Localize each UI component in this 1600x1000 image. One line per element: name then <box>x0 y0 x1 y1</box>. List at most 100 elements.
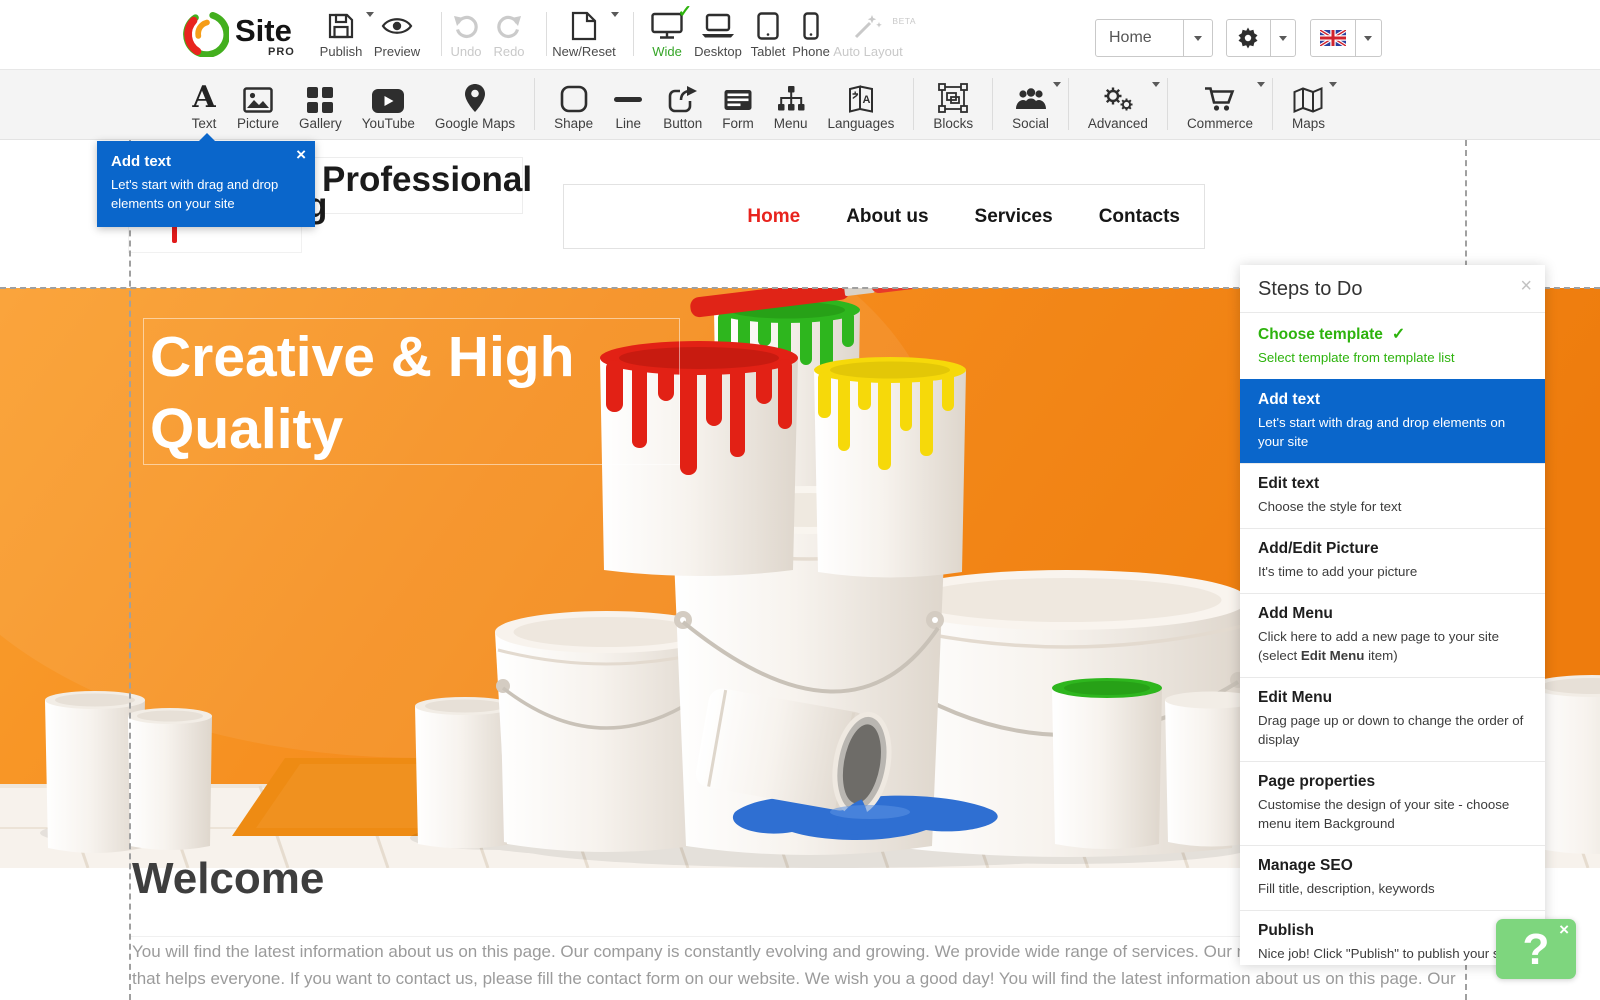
close-icon[interactable]: × <box>1520 275 1532 298</box>
redo-button[interactable]: Redo <box>490 9 528 59</box>
site-nav: Home About us Services Contacts <box>563 184 1205 249</box>
form-icon <box>722 80 754 113</box>
redo-icon <box>490 9 528 42</box>
tool-menu[interactable]: Menu <box>764 70 818 139</box>
new-reset-button[interactable]: New/Reset <box>551 9 617 59</box>
step-add-edit-picture[interactable]: Add/Edit PictureIt's time to add your pi… <box>1240 528 1545 593</box>
toolbar-separator <box>913 78 914 130</box>
preview-button[interactable]: Preview <box>372 9 422 59</box>
tooltip-title: Add text <box>111 153 301 170</box>
tool-maps[interactable]: Maps <box>1282 70 1335 139</box>
step-edit-text[interactable]: Edit textChoose the style for text <box>1240 463 1545 528</box>
hero-heading-element[interactable]: Creative & High Quality <box>143 318 680 465</box>
question-mark-icon: ? <box>1523 925 1550 975</box>
chevron-down-icon <box>1257 82 1265 87</box>
social-icon <box>1012 80 1049 113</box>
step-manage-seo[interactable]: Manage SEOFill title, description, keywo… <box>1240 845 1545 910</box>
picture-icon <box>237 80 279 113</box>
chevron-down-icon <box>1279 36 1287 41</box>
viewport-phone-button[interactable]: Phone <box>790 9 832 59</box>
monitor-icon: ✓ <box>646 9 688 42</box>
elements-toolbar: ATextPictureGalleryYouTubeGoogle Maps Sha… <box>0 70 1600 140</box>
google-maps-icon <box>435 80 515 113</box>
chevron-down-icon <box>1194 36 1202 41</box>
step-edit-menu[interactable]: Edit MenuDrag page up or down to change … <box>1240 677 1545 761</box>
tool-blocks[interactable]: Blocks <box>923 70 983 139</box>
language-caret[interactable] <box>1356 20 1381 56</box>
chevron-down-icon <box>1364 36 1372 41</box>
uk-flag-icon[interactable] <box>1311 20 1355 56</box>
tool-commerce[interactable]: Commerce <box>1177 70 1263 139</box>
new-document-icon <box>551 9 617 42</box>
step-add-menu[interactable]: Add MenuClick here to add a new page to … <box>1240 593 1545 677</box>
nav-item-home[interactable]: Home <box>747 206 800 228</box>
language-button[interactable] <box>1310 19 1382 57</box>
save-icon <box>315 9 367 42</box>
sitepro-logo-icon <box>183 11 229 62</box>
button-icon <box>663 80 702 113</box>
nav-item-services[interactable]: Services <box>975 206 1053 228</box>
tooltip-body: Let's start with drag and drop elements … <box>111 175 291 213</box>
tablet-icon <box>748 9 788 42</box>
hero-heading-text: Creative & High Quality <box>150 321 574 465</box>
nav-item-contacts[interactable]: Contacts <box>1099 206 1180 228</box>
welcome-paragraph-line-2[interactable]: that helps everyone. If you want to cont… <box>132 969 1456 989</box>
tool-advanced[interactable]: Advanced <box>1078 70 1158 139</box>
svg-text:A: A <box>862 94 870 106</box>
step-choose-template[interactable]: Choose template✓Select template from tem… <box>1240 312 1545 379</box>
advanced-icon <box>1088 80 1148 113</box>
app-logo-sub: PRO <box>268 46 295 58</box>
toolbar-separator <box>1167 78 1168 130</box>
languages-icon: A <box>828 80 895 113</box>
gear-icon[interactable] <box>1227 20 1270 56</box>
step-add-text[interactable]: Add textLet's start with drag and drop e… <box>1240 379 1545 463</box>
line-icon <box>613 80 643 113</box>
toolbar-separator <box>534 78 535 130</box>
laptop-icon <box>691 9 745 42</box>
viewport-tablet-button[interactable]: Tablet <box>748 9 788 59</box>
tool-form[interactable]: Form <box>712 70 764 139</box>
viewport-wide-button[interactable]: ✓ Wide <box>646 9 688 59</box>
commerce-icon <box>1187 80 1253 113</box>
welcome-heading[interactable]: Welcome <box>132 854 324 904</box>
blocks-icon <box>933 80 973 113</box>
auto-layout-button[interactable]: BETA Auto Layout <box>832 9 904 59</box>
settings-caret[interactable] <box>1271 20 1295 56</box>
youtube-icon <box>362 80 415 113</box>
tool-picture[interactable]: Picture <box>227 70 289 139</box>
tool-google-maps[interactable]: Google Maps <box>425 70 525 139</box>
chevron-down-icon <box>611 12 619 17</box>
beta-badge: BETA <box>892 16 916 26</box>
close-icon[interactable]: × <box>1559 920 1569 940</box>
page-select-caret[interactable] <box>1184 20 1212 56</box>
tool-gallery[interactable]: Gallery <box>289 70 352 139</box>
site-title-text: Professional <box>322 160 532 200</box>
tool-line[interactable]: Line <box>603 70 653 139</box>
settings-button[interactable] <box>1226 19 1296 57</box>
magic-wand-icon: BETA <box>832 9 904 42</box>
text-icon: A <box>191 80 217 113</box>
undo-button[interactable]: Undo <box>447 9 485 59</box>
tool-youtube[interactable]: YouTube <box>352 70 425 139</box>
nav-item-about-us[interactable]: About us <box>846 206 928 228</box>
toolbar-separator <box>441 12 442 56</box>
toolbar-separator <box>1068 78 1069 130</box>
help-button[interactable]: ? × <box>1496 919 1576 979</box>
tool-button[interactable]: Button <box>653 70 712 139</box>
steps-to-do-panel: Steps to Do × Choose template✓Select tem… <box>1240 265 1545 965</box>
tool-social[interactable]: Social <box>1002 70 1059 139</box>
close-icon[interactable]: × <box>296 145 306 165</box>
toolbar-separator <box>1272 78 1273 130</box>
tool-languages[interactable]: ALanguages <box>818 70 905 139</box>
steps-panel-header: Steps to Do × <box>1240 265 1545 312</box>
page-select-value: Home <box>1096 20 1183 56</box>
publish-button[interactable]: Publish <box>315 9 367 59</box>
step-page-properties[interactable]: Page propertiesCustomise the design of y… <box>1240 761 1545 845</box>
shape-icon <box>554 80 593 113</box>
menu-icon <box>774 80 808 113</box>
tool-text[interactable]: AText <box>181 70 227 139</box>
viewport-desktop-button[interactable]: Desktop <box>691 9 745 59</box>
eye-icon <box>372 9 422 42</box>
tool-shape[interactable]: Shape <box>544 70 603 139</box>
page-select[interactable]: Home <box>1095 19 1213 57</box>
